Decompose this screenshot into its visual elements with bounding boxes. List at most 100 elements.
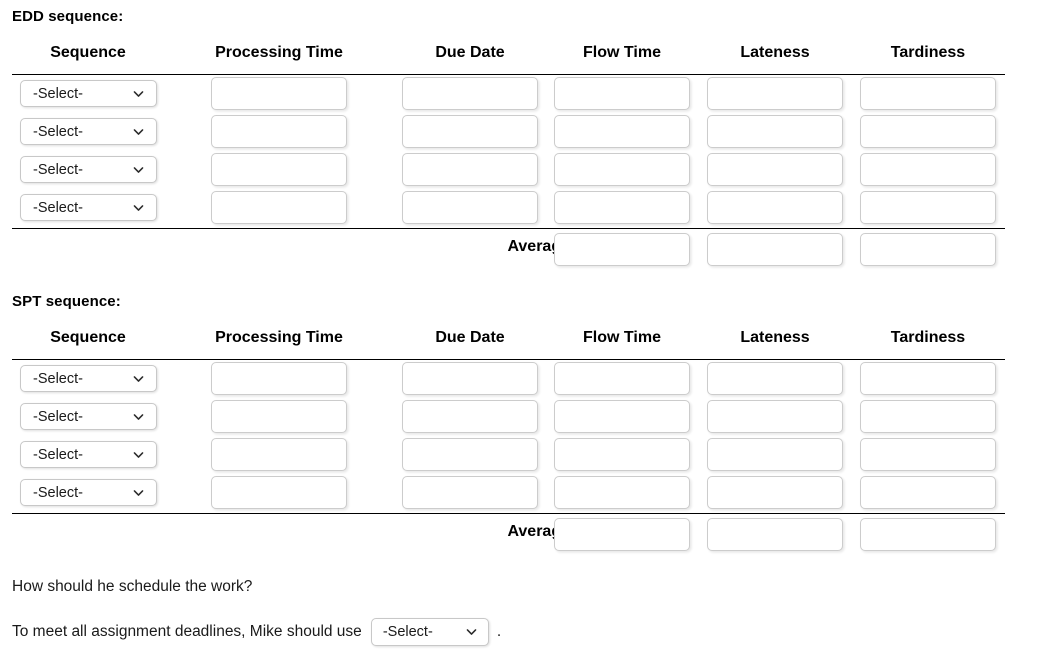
due_date-input-spt-4[interactable] bbox=[402, 476, 538, 509]
section-title-edd: EDD sequence: bbox=[12, 8, 124, 25]
due_date-input-spt-2[interactable] bbox=[402, 400, 538, 433]
table-row: -Select- bbox=[0, 436, 1060, 474]
chevron-down-icon bbox=[132, 410, 145, 423]
worksheet-page: EDD sequence: Sequence Processing Time Due … bbox=[0, 0, 1060, 664]
flow_time-input-edd-4[interactable] bbox=[554, 191, 690, 224]
column-header-processing_time: Processing Time bbox=[215, 44, 343, 61]
due_date-input-edd-3[interactable] bbox=[402, 153, 538, 186]
column-header-sequence: Sequence bbox=[50, 329, 126, 346]
due_date-input-edd-2[interactable] bbox=[402, 115, 538, 148]
chevron-down-icon bbox=[132, 448, 145, 461]
tardiness-input-spt-2[interactable] bbox=[860, 400, 996, 433]
column-header-row: Sequence Processing Time Due Date Flow Time… bbox=[0, 329, 1060, 359]
sequence-select-value: -Select- bbox=[33, 123, 83, 140]
tardiness-input-spt-1[interactable] bbox=[860, 362, 996, 395]
schedule-question: How should he schedule the work? bbox=[12, 578, 253, 595]
lateness-input-edd-1[interactable] bbox=[707, 77, 843, 110]
processing_time-input-edd-1[interactable] bbox=[211, 77, 347, 110]
answer-line: To meet all assignment deadlines, Mike s… bbox=[12, 618, 501, 646]
average-lateness-input-edd[interactable] bbox=[707, 233, 843, 266]
lateness-input-edd-3[interactable] bbox=[707, 153, 843, 186]
processing_time-input-edd-2[interactable] bbox=[211, 115, 347, 148]
sequence-select-spt-1[interactable]: -Select- bbox=[20, 365, 157, 392]
chevron-down-icon bbox=[132, 372, 145, 385]
due_date-input-spt-3[interactable] bbox=[402, 438, 538, 471]
sequence-select-edd-4[interactable]: -Select- bbox=[20, 194, 157, 221]
chevron-down-icon bbox=[132, 87, 145, 100]
average-label: Average bbox=[507, 523, 570, 540]
chevron-down-icon bbox=[465, 626, 478, 639]
rule-answer-select[interactable]: -Select- bbox=[370, 618, 489, 646]
table-row: -Select- bbox=[0, 113, 1060, 151]
processing_time-input-edd-3[interactable] bbox=[211, 153, 347, 186]
table-row: -Select- bbox=[0, 360, 1060, 398]
sequence-select-value: -Select- bbox=[33, 408, 83, 425]
sequence-select-spt-4[interactable]: -Select- bbox=[20, 479, 157, 506]
flow_time-input-edd-3[interactable] bbox=[554, 153, 690, 186]
average-flow_time-input-edd[interactable] bbox=[554, 233, 690, 266]
sequence-select-edd-3[interactable]: -Select- bbox=[20, 156, 157, 183]
tardiness-input-spt-3[interactable] bbox=[860, 438, 996, 471]
flow_time-input-spt-2[interactable] bbox=[554, 400, 690, 433]
chevron-down-icon bbox=[132, 163, 145, 176]
processing_time-input-edd-4[interactable] bbox=[211, 191, 347, 224]
sequence-select-value: -Select- bbox=[33, 85, 83, 102]
column-header-tardiness: Tardiness bbox=[890, 44, 966, 61]
answer-prefix: To meet all assignment deadlines, Mike s… bbox=[12, 623, 362, 640]
due_date-input-spt-1[interactable] bbox=[402, 362, 538, 395]
column-header-sequence: Sequence bbox=[50, 44, 126, 61]
processing_time-input-spt-2[interactable] bbox=[211, 400, 347, 433]
tardiness-input-edd-4[interactable] bbox=[860, 191, 996, 224]
lateness-input-spt-3[interactable] bbox=[707, 438, 843, 471]
average-flow_time-input-spt[interactable] bbox=[554, 518, 690, 551]
sequence-select-value: -Select- bbox=[33, 446, 83, 463]
table-row: -Select- bbox=[0, 474, 1060, 512]
due_date-input-edd-1[interactable] bbox=[402, 77, 538, 110]
table-edd: Sequence Processing Time Due Date Flow Time… bbox=[0, 44, 1060, 269]
lateness-input-spt-1[interactable] bbox=[707, 362, 843, 395]
table-row: -Select- bbox=[0, 75, 1060, 113]
rule-answer-select-value: -Select- bbox=[382, 624, 433, 640]
sequence-select-value: -Select- bbox=[33, 370, 83, 387]
flow_time-input-edd-2[interactable] bbox=[554, 115, 690, 148]
column-header-tardiness: Tardiness bbox=[890, 329, 966, 346]
sequence-select-value: -Select- bbox=[33, 161, 83, 178]
sequence-select-spt-2[interactable]: -Select- bbox=[20, 403, 157, 430]
average-lateness-input-spt[interactable] bbox=[707, 518, 843, 551]
flow_time-input-spt-4[interactable] bbox=[554, 476, 690, 509]
average-row: Average bbox=[0, 229, 1060, 269]
lateness-input-spt-2[interactable] bbox=[707, 400, 843, 433]
processing_time-input-spt-3[interactable] bbox=[211, 438, 347, 471]
processing_time-input-spt-1[interactable] bbox=[211, 362, 347, 395]
lateness-input-edd-2[interactable] bbox=[707, 115, 843, 148]
average-tardiness-input-spt[interactable] bbox=[860, 518, 996, 551]
sequence-select-value: -Select- bbox=[33, 484, 83, 501]
table-row: -Select- bbox=[0, 189, 1060, 227]
tardiness-input-edd-3[interactable] bbox=[860, 153, 996, 186]
table-spt: Sequence Processing Time Due Date Flow Time… bbox=[0, 329, 1060, 554]
tardiness-input-spt-4[interactable] bbox=[860, 476, 996, 509]
flow_time-input-spt-3[interactable] bbox=[554, 438, 690, 471]
sequence-select-edd-1[interactable]: -Select- bbox=[20, 80, 157, 107]
sequence-select-edd-2[interactable]: -Select- bbox=[20, 118, 157, 145]
lateness-input-spt-4[interactable] bbox=[707, 476, 843, 509]
answer-suffix: . bbox=[496, 623, 502, 640]
processing_time-input-spt-4[interactable] bbox=[211, 476, 347, 509]
flow_time-input-spt-1[interactable] bbox=[554, 362, 690, 395]
section-title-spt: SPT sequence: bbox=[12, 293, 121, 310]
tardiness-input-edd-1[interactable] bbox=[860, 77, 996, 110]
tardiness-input-edd-2[interactable] bbox=[860, 115, 996, 148]
average-row: Average bbox=[0, 514, 1060, 554]
table-row: -Select- bbox=[0, 398, 1060, 436]
flow_time-input-edd-1[interactable] bbox=[554, 77, 690, 110]
sequence-select-spt-3[interactable]: -Select- bbox=[20, 441, 157, 468]
column-header-row: Sequence Processing Time Due Date Flow Time… bbox=[0, 44, 1060, 74]
average-tardiness-input-edd[interactable] bbox=[860, 233, 996, 266]
lateness-input-edd-4[interactable] bbox=[707, 191, 843, 224]
average-label: Average bbox=[507, 238, 570, 255]
chevron-down-icon bbox=[132, 201, 145, 214]
table-row: -Select- bbox=[0, 151, 1060, 189]
sequence-select-value: -Select- bbox=[33, 199, 83, 216]
chevron-down-icon bbox=[132, 486, 145, 499]
due_date-input-edd-4[interactable] bbox=[402, 191, 538, 224]
